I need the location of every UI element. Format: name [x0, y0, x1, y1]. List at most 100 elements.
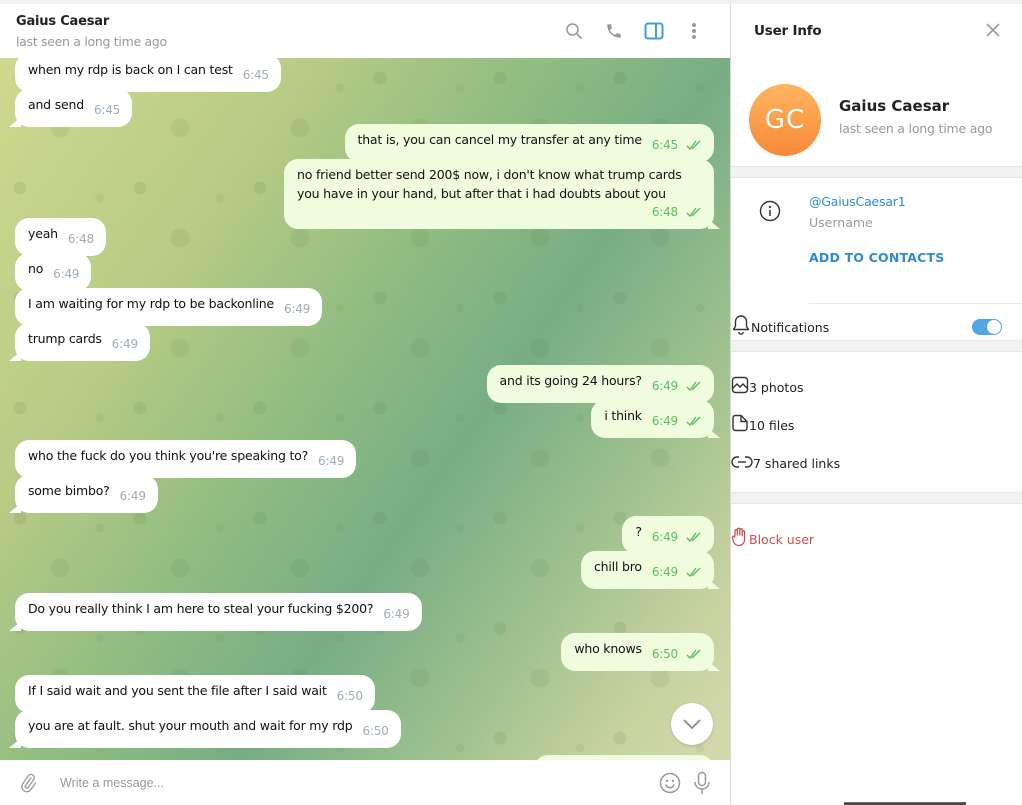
message-bubble-in[interactable]: when my rdp is back on I can test 6:45 — [15, 58, 281, 92]
message-time: 6:49 — [318, 454, 345, 468]
phone-icon[interactable] — [594, 11, 634, 51]
message-text: I am waiting for my rdp to be backonline — [28, 296, 275, 311]
message-text: yeah — [28, 226, 58, 241]
message-text: i think — [604, 408, 642, 423]
message-bubble-in[interactable]: Do you really think I am here to steal y… — [15, 593, 422, 631]
message-bubble-in[interactable]: some bimbo? 6:49 — [15, 475, 158, 513]
message-bubble-in[interactable]: If I said wait and you sent the file aft… — [15, 675, 375, 713]
section-separator — [731, 166, 1022, 178]
message-text: chill bro — [594, 559, 642, 574]
message-meta: 6:50 — [362, 722, 388, 741]
message-meta: 6:49 — [318, 452, 344, 471]
message-input[interactable] — [60, 775, 654, 790]
message-time: 6:49 — [383, 607, 410, 621]
section-separator — [731, 340, 1022, 352]
telegram-app: Gaius Caesar last seen a long time ago y… — [0, 4, 1022, 805]
add-to-contacts-button[interactable]: ADD TO CONTACTS — [809, 250, 944, 265]
message-bubble-out[interactable]: who knows 6:50 — [561, 633, 714, 671]
message-bubble-out[interactable]: no friend better send 200$ now, i don't … — [284, 159, 714, 229]
sidebar-toggle-icon[interactable] — [634, 11, 674, 51]
message-meta: 6:45 — [94, 101, 120, 120]
block-user-label: Block user — [749, 531, 815, 547]
message-text: that is, you can cancel my transfer at a… — [357, 132, 643, 147]
user-info-panel: User Info GC Gaius Caesar last seen a lo… — [731, 4, 1022, 805]
message-bubble-in[interactable]: you are at fault. shut your mouth and wa… — [15, 710, 401, 748]
scroll-down-button[interactable] — [671, 703, 713, 745]
message-meta: 6:50 — [652, 645, 702, 664]
message-bubble-out[interactable]: and its going 24 hours? 6:49 — [486, 365, 714, 403]
block-user-button[interactable]: Block user — [731, 524, 1022, 554]
double-check-icon — [686, 140, 701, 150]
message-text: when my rdp is back on I can test — [28, 62, 233, 77]
double-check-icon — [686, 567, 701, 577]
message-bubble-out[interactable]: i think 6:49 — [591, 400, 714, 438]
chat-status: last seen a long time ago — [16, 33, 167, 49]
search-icon[interactable] — [554, 11, 594, 51]
message-text: If I said wait and you sent the file aft… — [28, 683, 327, 698]
message-time: 6:45 — [242, 68, 269, 82]
message-meta: 6:50 — [337, 687, 363, 706]
message-text: who the fuck do you think you're speakin… — [28, 448, 309, 463]
media-label: 10 files — [749, 417, 795, 433]
message-meta: 6:45 — [652, 136, 702, 155]
close-icon[interactable] — [986, 22, 1000, 41]
notifications-label: Notifications — [751, 319, 830, 335]
emoji-icon[interactable] — [654, 767, 686, 799]
message-text: some bimbo? — [28, 483, 110, 498]
message-meta: 6:45 — [243, 66, 269, 85]
message-bubble-in[interactable]: and send 6:45 — [15, 89, 133, 127]
message-meta: 6:48 — [68, 230, 94, 249]
username-label: Username — [809, 215, 873, 230]
message-list[interactable]: you are at fault. shut your mouth and wa… — [0, 58, 730, 760]
message-bubble-out[interactable]: that is, you can cancel my transfer at a… — [344, 124, 714, 162]
block-section: Block user — [731, 504, 1022, 554]
double-check-icon — [686, 416, 701, 426]
divider — [809, 303, 1022, 304]
message-time: 6:45 — [93, 103, 121, 117]
message-bubble-in[interactable]: yeah 6:48 — [15, 218, 107, 256]
message-bubble-in[interactable]: I am waiting for my rdp to be backonline… — [15, 288, 323, 326]
message-meta: 6:48 — [652, 203, 702, 222]
message-time: 6:48 — [67, 232, 95, 246]
message-text: and send — [28, 97, 84, 112]
notifications-row[interactable]: Notifications — [731, 314, 1022, 340]
message-text: Do you really think I am here to steal y… — [28, 601, 374, 616]
message-time: 6:49 — [284, 302, 311, 316]
message-bubble-in[interactable]: trump cards 6:49 — [15, 323, 150, 361]
double-check-icon — [686, 207, 701, 217]
media-row-files[interactable]: 10 files — [731, 406, 1022, 444]
chat-panel: Gaius Caesar last seen a long time ago y… — [0, 4, 731, 805]
link-icon — [731, 454, 753, 473]
message-time: 6:49 — [651, 379, 678, 393]
microphone-icon[interactable] — [686, 767, 718, 799]
message-meta: 6:49 — [652, 563, 702, 582]
message-bubble-in[interactable]: no 6:49 — [15, 253, 92, 291]
message-composer — [0, 760, 730, 805]
media-row-links[interactable]: 7 shared links — [731, 444, 1022, 482]
message-bubble-in[interactable]: who the fuck do you think you're speakin… — [15, 440, 357, 478]
username[interactable]: @GaiusCaesar1 — [809, 194, 944, 209]
message-bubble-out[interactable]: ? 6:49 — [622, 516, 714, 554]
message-text: no — [28, 261, 44, 276]
attach-icon[interactable] — [12, 767, 44, 799]
shared-media-section: 3 photos 10 files 7 shared links — [731, 352, 1022, 492]
message-bubble-out[interactable]: chill bro 6:49 — [581, 551, 714, 589]
chat-titles[interactable]: Gaius Caesar last seen a long time ago — [16, 14, 554, 49]
double-check-icon — [686, 381, 701, 391]
message-time: 6:45 — [651, 138, 678, 152]
chat-title: Gaius Caesar — [16, 13, 110, 29]
message-meta: 6:49 — [383, 605, 409, 624]
message-text: and its going 24 hours? — [499, 373, 642, 388]
section-separator — [731, 492, 1022, 504]
message-text: ? — [635, 524, 642, 539]
message-meta: 6:49 — [652, 412, 702, 431]
message-text: you are at fault. shut your mouth and wa… — [28, 718, 353, 733]
message-meta: 6:49 — [652, 528, 702, 547]
media-row-photos[interactable]: 3 photos — [731, 368, 1022, 406]
message-meta: 6:49 — [120, 487, 146, 506]
avatar[interactable]: GC — [749, 83, 821, 156]
more-vertical-icon[interactable] — [674, 11, 714, 51]
user-info-header: User Info — [731, 4, 1022, 58]
media-label: 3 photos — [749, 379, 804, 395]
notifications-toggle[interactable] — [972, 319, 1002, 335]
